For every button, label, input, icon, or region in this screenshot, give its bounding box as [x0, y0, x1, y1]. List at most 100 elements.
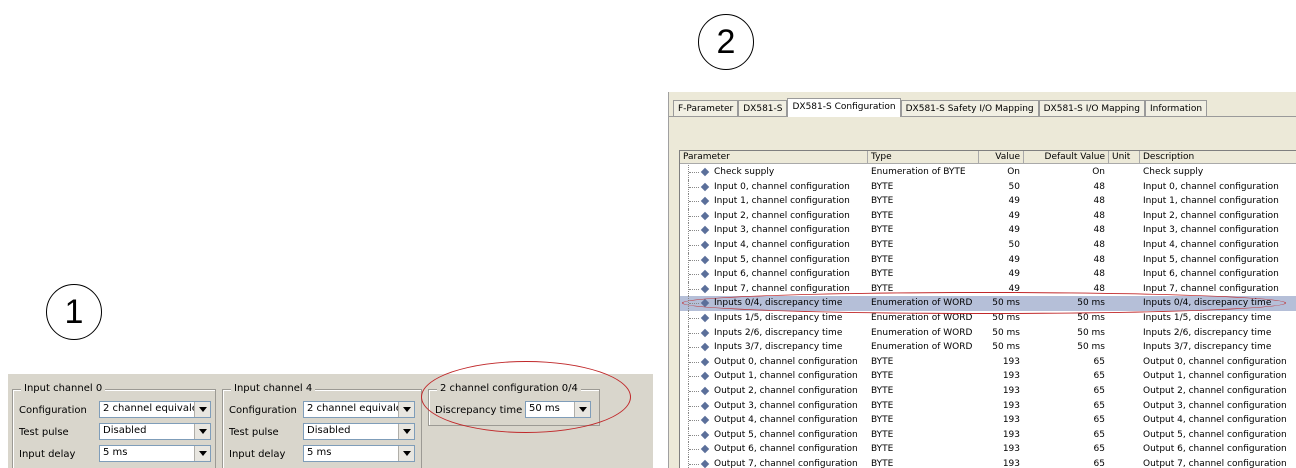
table-row[interactable]: Output 6, channel configuration BYTE 193 65…: [680, 442, 1296, 457]
cell-type: BYTE: [871, 181, 894, 192]
channel4-input-delay-select[interactable]: 5 ms: [303, 445, 415, 462]
table-row[interactable]: Inputs 0/4, discrepancy time Enumeration …: [680, 296, 1296, 311]
cell-value: 49: [1008, 210, 1020, 221]
column-header[interactable]: Value: [979, 151, 1024, 164]
table-row[interactable]: Inputs 1/5, discrepancy time Enumeration …: [680, 311, 1296, 326]
cell-unit: [1112, 457, 1136, 468]
tree-connector: [688, 354, 701, 370]
cell-parameter: Input 7, channel configuration: [714, 283, 850, 294]
cell-unit: [1112, 340, 1136, 355]
table-row[interactable]: Input 3, channel configuration BYTE 49 48 In…: [680, 223, 1296, 238]
chevron-down-icon[interactable]: [398, 424, 414, 439]
column-header[interactable]: Description: [1140, 151, 1296, 164]
tab-4[interactable]: DX581-S I/O Mapping: [1038, 100, 1145, 117]
cell-type: Enumeration of WORD: [871, 298, 973, 309]
table-row[interactable]: Input 2, channel configuration BYTE 49 48 In…: [680, 208, 1296, 224]
cell-type: BYTE: [871, 400, 894, 411]
chevron-down-icon[interactable]: [194, 402, 210, 417]
cell-default-value: 48: [1093, 196, 1105, 207]
cell-type: Enumeration of WORD: [871, 313, 973, 323]
column-header[interactable]: Unit: [1109, 151, 1140, 164]
cell-value: 193: [1002, 459, 1020, 468]
discrepancy-time-select[interactable]: 50 ms: [525, 401, 591, 418]
cell-default-value: 65: [1093, 356, 1105, 367]
table-row[interactable]: Input 4, channel configuration BYTE 50 48 In…: [680, 238, 1296, 253]
table-row[interactable]: Input 5, channel configuration BYTE 49 48 In…: [680, 252, 1296, 268]
chevron-down-icon[interactable]: [574, 402, 590, 417]
cell-unit: [1112, 194, 1136, 209]
cell-type: Enumeration of BYTE: [871, 167, 966, 177]
input-delay-label: Input delay: [19, 448, 76, 460]
cell-type: BYTE: [871, 429, 894, 440]
column-header[interactable]: Parameter: [680, 151, 868, 164]
cell-unit: [1112, 209, 1136, 224]
chevron-down-icon[interactable]: [194, 424, 210, 439]
table-row[interactable]: Input 1, channel configuration BYTE 49 48 In…: [680, 194, 1296, 209]
cell-parameter: Input 6, channel configuration: [714, 269, 850, 280]
table-row[interactable]: Output 1, channel configuration BYTE 193 65…: [680, 369, 1296, 384]
cell-unit: [1112, 267, 1136, 282]
column-header[interactable]: Default Value: [1024, 151, 1109, 164]
cell-parameter: Inputs 1/5, discrepancy time: [714, 313, 843, 323]
table-row[interactable]: Input 7, channel configuration BYTE 49 48 In…: [680, 281, 1296, 297]
table-row[interactable]: Output 4, channel configuration BYTE 193 65…: [680, 413, 1296, 428]
cell-parameter: Output 7, channel configuration: [714, 459, 858, 468]
tab-5[interactable]: Information: [1144, 100, 1208, 117]
table-row[interactable]: Inputs 2/6, discrepancy time Enumeration …: [680, 325, 1296, 341]
input-delay-label: Input delay: [229, 448, 286, 460]
parameter-icon: [700, 415, 710, 425]
cell-default-value: 50 ms: [1077, 342, 1105, 353]
cell-parameter: Inputs 2/6, discrepancy time: [714, 327, 843, 338]
table-row[interactable]: Output 2, channel configuration BYTE 193 65…: [680, 384, 1296, 399]
table-row[interactable]: Inputs 3/7, discrepancy time Enumeration …: [680, 340, 1296, 355]
configuration-label: Configuration: [19, 404, 87, 416]
table-row[interactable]: Output 0, channel configuration BYTE 193 65…: [680, 354, 1296, 370]
cell-unit: [1112, 326, 1136, 341]
tab-bar: F-Parameter DX581-S DX581-S Configuration D…: [673, 98, 1208, 117]
cell-value: 50 ms: [992, 342, 1020, 353]
chevron-down-icon[interactable]: [398, 446, 414, 461]
parameter-icon: [700, 255, 710, 264]
table-row[interactable]: Output 3, channel configuration BYTE 193 65…: [680, 398, 1296, 414]
parameter-icon: [700, 430, 710, 440]
table-row[interactable]: Input 0, channel configuration BYTE 50 48 In…: [680, 179, 1296, 195]
cell-parameter: Output 5, channel configuration: [714, 429, 858, 440]
cell-default-value: 50 ms: [1077, 313, 1105, 323]
tree-connector: [688, 281, 701, 297]
tab-3[interactable]: DX581-S Safety I/O Mapping: [900, 100, 1039, 117]
chevron-down-icon[interactable]: [398, 402, 414, 417]
table-row[interactable]: Check supply Enumeration of BYTE On On Check…: [680, 165, 1296, 180]
tab-2[interactable]: DX581-S Configuration: [787, 98, 901, 117]
tree-connector: [688, 457, 701, 468]
cell-default-value: 65: [1093, 415, 1105, 426]
tree-connector: [688, 413, 701, 428]
parameter-icon: [700, 328, 710, 337]
cell-default-value: 48: [1093, 225, 1105, 236]
cell-type: Enumeration of WORD: [871, 342, 973, 353]
cell-description: Output 1, channel configuration: [1143, 371, 1287, 382]
channel4-test-pulse-select[interactable]: Disabled: [303, 423, 415, 440]
chevron-down-icon[interactable]: [194, 446, 210, 461]
cell-unit: [1112, 399, 1136, 414]
cell-parameter: Input 4, channel configuration: [714, 240, 850, 250]
channel4-configuration-select[interactable]: 2 channel equivalent: [303, 401, 415, 418]
parameter-icon: [700, 284, 710, 294]
table-row[interactable]: Output 5, channel configuration BYTE 193 65…: [680, 427, 1296, 443]
parameter-icon: [700, 313, 710, 323]
cell-unit: [1112, 369, 1136, 384]
table-row[interactable]: Output 7, channel configuration BYTE 193 65…: [680, 457, 1296, 468]
table-row[interactable]: Input 6, channel configuration BYTE 49 48 In…: [680, 267, 1296, 282]
column-header[interactable]: Type: [868, 151, 979, 164]
group-title: Input channel 0: [21, 383, 106, 394]
cell-type: BYTE: [871, 240, 894, 250]
cell-parameter: Output 3, channel configuration: [714, 400, 858, 411]
channel0-configuration-select[interactable]: 2 channel equivalent: [99, 401, 211, 418]
tab-0[interactable]: F-Parameter: [673, 100, 739, 117]
cell-default-value: 65: [1093, 429, 1105, 440]
cell-default-value: 48: [1093, 181, 1105, 192]
cell-default-value: On: [1092, 167, 1105, 177]
channel0-test-pulse-select[interactable]: Disabled: [99, 423, 211, 440]
channel0-input-delay-select[interactable]: 5 ms: [99, 445, 211, 462]
tab-1[interactable]: DX581-S: [738, 100, 788, 117]
cell-description: Output 0, channel configuration: [1143, 356, 1287, 367]
